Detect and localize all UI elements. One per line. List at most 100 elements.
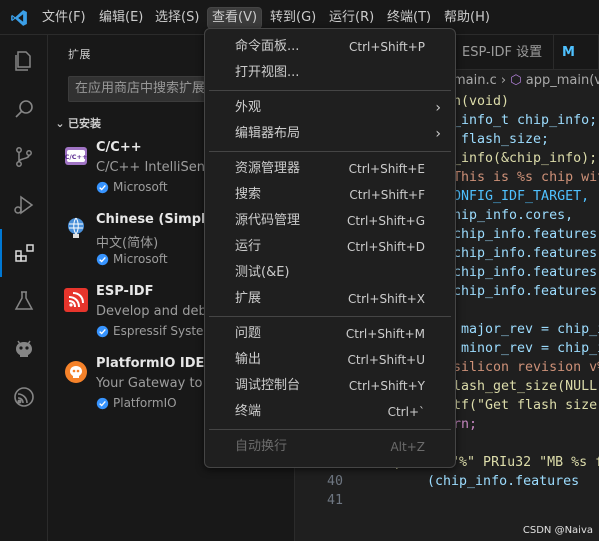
view-menu-item[interactable]: 命令面板... Ctrl+Shift+P — [209, 34, 451, 60]
verified-badge-icon — [96, 397, 109, 409]
chevron-right-icon: › — [435, 100, 441, 116]
menu-separator — [209, 316, 451, 317]
menu-file[interactable]: 文件(F) — [38, 7, 90, 29]
publisher-name: PlatformIO — [113, 396, 177, 410]
menu-item-label: 编辑器布局 — [235, 126, 301, 141]
view-menu-item[interactable]: 资源管理器 Ctrl+Shift+E — [209, 156, 451, 182]
menu-help[interactable]: 帮助(H) — [440, 7, 494, 29]
menu-item-shortcut: Ctrl+Shift+P — [349, 40, 425, 54]
menu-item-shortcut: Ctrl+` — [387, 405, 425, 419]
menu-item-shortcut: Ctrl+Shift+D — [347, 240, 425, 254]
installed-section-header[interactable]: ⌄ 已安装 — [52, 115, 101, 131]
menu-item-label: 输出 — [235, 352, 262, 367]
code-text: lash_get_size(NULL, — [453, 379, 599, 394]
menu-item-label: 搜索 — [235, 187, 262, 202]
view-menu-item[interactable]: 输出 Ctrl+Shift+U — [209, 347, 451, 373]
extension-publisher: Microsoft — [96, 180, 168, 194]
search-icon[interactable] — [0, 85, 48, 133]
view-menu-item[interactable]: 测试(&E) — [209, 260, 451, 286]
menu-item-label: 源代码管理 — [235, 213, 301, 228]
view-menu-item[interactable]: 搜索 Ctrl+Shift+F — [209, 182, 451, 208]
menu-item-shortcut: Ctrl+Shift+E — [348, 162, 425, 176]
breadcrumb-file[interactable]: main.c — [453, 73, 497, 88]
code-line[interactable]: 41 — [295, 491, 599, 510]
vscode-logo-icon[interactable] — [10, 9, 28, 27]
verified-badge-icon — [96, 181, 109, 193]
menu-item-shortcut: Ctrl+Shift+Y — [348, 379, 425, 393]
menu-view[interactable]: 查看(V) — [207, 7, 263, 29]
chevron-down-icon: ⌄ — [55, 117, 65, 130]
espressif-icon — [64, 288, 88, 312]
menu-item-shortcut: Ctrl+Shift+F — [349, 188, 425, 202]
extension-publisher: PlatformIO — [96, 396, 177, 410]
espressif-icon[interactable] — [0, 373, 48, 421]
extension-name: C/C++ — [96, 140, 142, 155]
watermark: CSDN @Naiva — [522, 525, 593, 536]
code-text: chip_info.features — [453, 284, 598, 299]
publisher-name: Microsoft — [113, 180, 168, 194]
line-number: 40 — [326, 474, 343, 489]
view-menu-item[interactable]: 调试控制台 Ctrl+Shift+Y — [209, 373, 451, 399]
code-text: ONFIG_IDF_TARGET, — [453, 189, 590, 204]
source-control-icon[interactable] — [0, 133, 48, 181]
chevron-right-icon: › — [435, 126, 441, 142]
view-menu-item[interactable]: 运行 Ctrl+Shift+D — [209, 234, 451, 260]
code-text: flash_size; — [453, 132, 550, 147]
menu-item-label: 问题 — [235, 326, 262, 341]
line-number: 41 — [326, 493, 343, 508]
menu-item-label: 打开视图... — [235, 65, 300, 80]
run-debug-icon[interactable] — [0, 181, 48, 229]
chevron-right-icon: › — [500, 73, 511, 88]
view-menu-item[interactable]: 问题 Ctrl+Shift+M — [209, 321, 451, 347]
code-text: hip_info.cores, — [453, 208, 574, 223]
platformio-alien-icon[interactable] — [0, 325, 48, 373]
menu-item-label: 外观 — [235, 100, 262, 115]
code-text: _info_t chip_info; — [453, 113, 598, 128]
extension-publisher: Microsoft — [96, 252, 168, 266]
menu-selection[interactable]: 选择(S) — [151, 7, 203, 29]
code-line[interactable]: 40 (chip_info.features — [295, 472, 599, 491]
explorer-icon[interactable] — [0, 37, 48, 85]
code-text: _info(&chip_info); — [453, 151, 598, 166]
view-menu-item[interactable]: 外观 › — [209, 95, 451, 121]
menu-terminal[interactable]: 终端(T) — [383, 7, 435, 29]
testing-icon[interactable] — [0, 277, 48, 325]
code-text: chip_info.features — [453, 227, 598, 242]
view-menu-item[interactable]: 打开视图... — [209, 60, 451, 86]
tab-esp-idf-settings[interactable]: ESP-IDF 设置 — [454, 35, 554, 70]
view-menu-item[interactable]: 扩展 Ctrl+Shift+X — [209, 286, 451, 312]
menu-separator — [209, 90, 451, 91]
view-menu-item[interactable]: 编辑器布局 › — [209, 121, 451, 147]
code-text: silicon revision v% — [453, 360, 599, 375]
menu-run[interactable]: 运行(R) — [325, 7, 378, 29]
view-menu-item[interactable]: 终端 Ctrl+` — [209, 399, 451, 425]
extensions-icon[interactable] — [0, 229, 48, 277]
code-text: minor_rev = chip_i — [453, 341, 599, 356]
tab-markdown[interactable]: M — [554, 35, 599, 70]
menu-goto[interactable]: 转到(G) — [266, 7, 320, 29]
menu-item-label: 运行 — [235, 239, 262, 254]
globe-icon — [68, 217, 84, 238]
view-menu-dropdown: 命令面板... Ctrl+Shift+P 打开视图... 外观 › 编辑器布局 › 资源管理器… — [204, 28, 456, 468]
svg-text:C/C++: C/C++ — [65, 153, 88, 161]
view-menu-item: 自动换行 Alt+Z — [209, 434, 451, 460]
extension-publisher: Espressif Systems — [96, 324, 221, 338]
menu-edit[interactable]: 编辑(E) — [95, 7, 147, 29]
code-text: (chip_info.features — [395, 474, 580, 489]
view-menu-item[interactable]: 源代码管理 Ctrl+Shift+G — [209, 208, 451, 234]
code-text: n(void) — [453, 94, 510, 109]
menu-item-label: 资源管理器 — [235, 161, 301, 176]
verified-badge-icon — [96, 325, 109, 337]
menu-item-label: 终端 — [235, 404, 262, 419]
code-text: rn; — [453, 417, 478, 432]
verified-badge-icon — [96, 253, 109, 265]
menu-item-shortcut: Ctrl+Shift+M — [345, 327, 425, 341]
menu-item-label: 测试(&E) — [235, 265, 290, 280]
publisher-name: Microsoft — [113, 252, 168, 266]
activity-bar — [0, 35, 48, 541]
installed-label: 已安装 — [68, 117, 101, 130]
tab-label: M — [562, 45, 575, 60]
platformio-icon — [65, 361, 87, 383]
tab-label: ESP-IDF 设置 — [462, 45, 543, 60]
breadcrumb-symbol[interactable]: app_main(void) — [526, 73, 599, 88]
